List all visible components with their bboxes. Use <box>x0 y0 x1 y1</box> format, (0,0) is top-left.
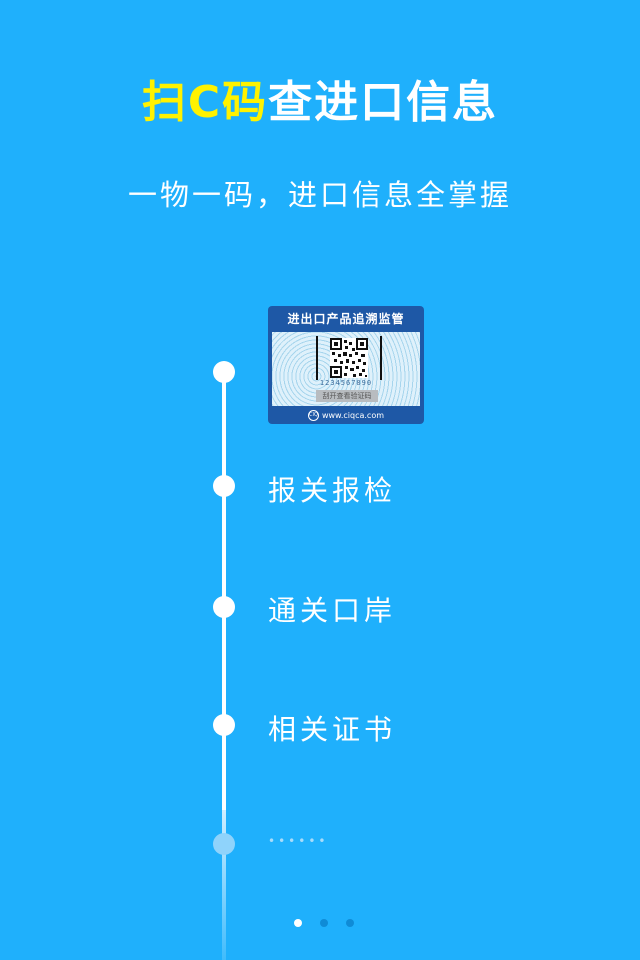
timeline-label-certificates: 相关证书 <box>268 713 397 746</box>
card-body: 1234567890 刮开查看验证码 <box>272 332 420 406</box>
timeline-more-dots: •••••• <box>268 834 329 848</box>
page-dot-2[interactable] <box>320 919 328 927</box>
card-site-url: www.ciqca.com <box>321 411 385 420</box>
timeline-node-2 <box>213 475 235 497</box>
timeline-node-more <box>213 833 235 855</box>
timeline-label-customs: 报关报检 <box>268 474 397 507</box>
card-heading: 进出口产品追溯监管 <box>287 312 405 326</box>
timeline-line <box>222 372 226 812</box>
card-serial-digits: 1234567890 <box>319 379 373 387</box>
page-indicator <box>0 919 640 929</box>
card-footer: CIQ www.ciqca.com <box>268 407 424 424</box>
qr-code-graphic <box>330 338 368 378</box>
timeline-label-port: 通关口岸 <box>268 594 397 627</box>
traceability-label-card: 进出口产品追溯监管 1234567890 刮开查看验证码 CIQ www.ciq… <box>268 306 424 424</box>
timeline-node-4 <box>213 714 235 736</box>
card-scratch-area: 刮开查看验证码 <box>316 390 378 402</box>
page-dot-1[interactable] <box>294 919 302 927</box>
timeline: 报关报检 通关口岸 相关证书 •••••• 进出口产品追溯监管 12345678… <box>0 0 640 960</box>
shield-logo-icon: CIQ <box>307 410 319 421</box>
qr-code-icon <box>316 336 382 380</box>
page-dot-3[interactable] <box>346 919 354 927</box>
timeline-node-1 <box>213 361 235 383</box>
timeline-node-3 <box>213 596 235 618</box>
